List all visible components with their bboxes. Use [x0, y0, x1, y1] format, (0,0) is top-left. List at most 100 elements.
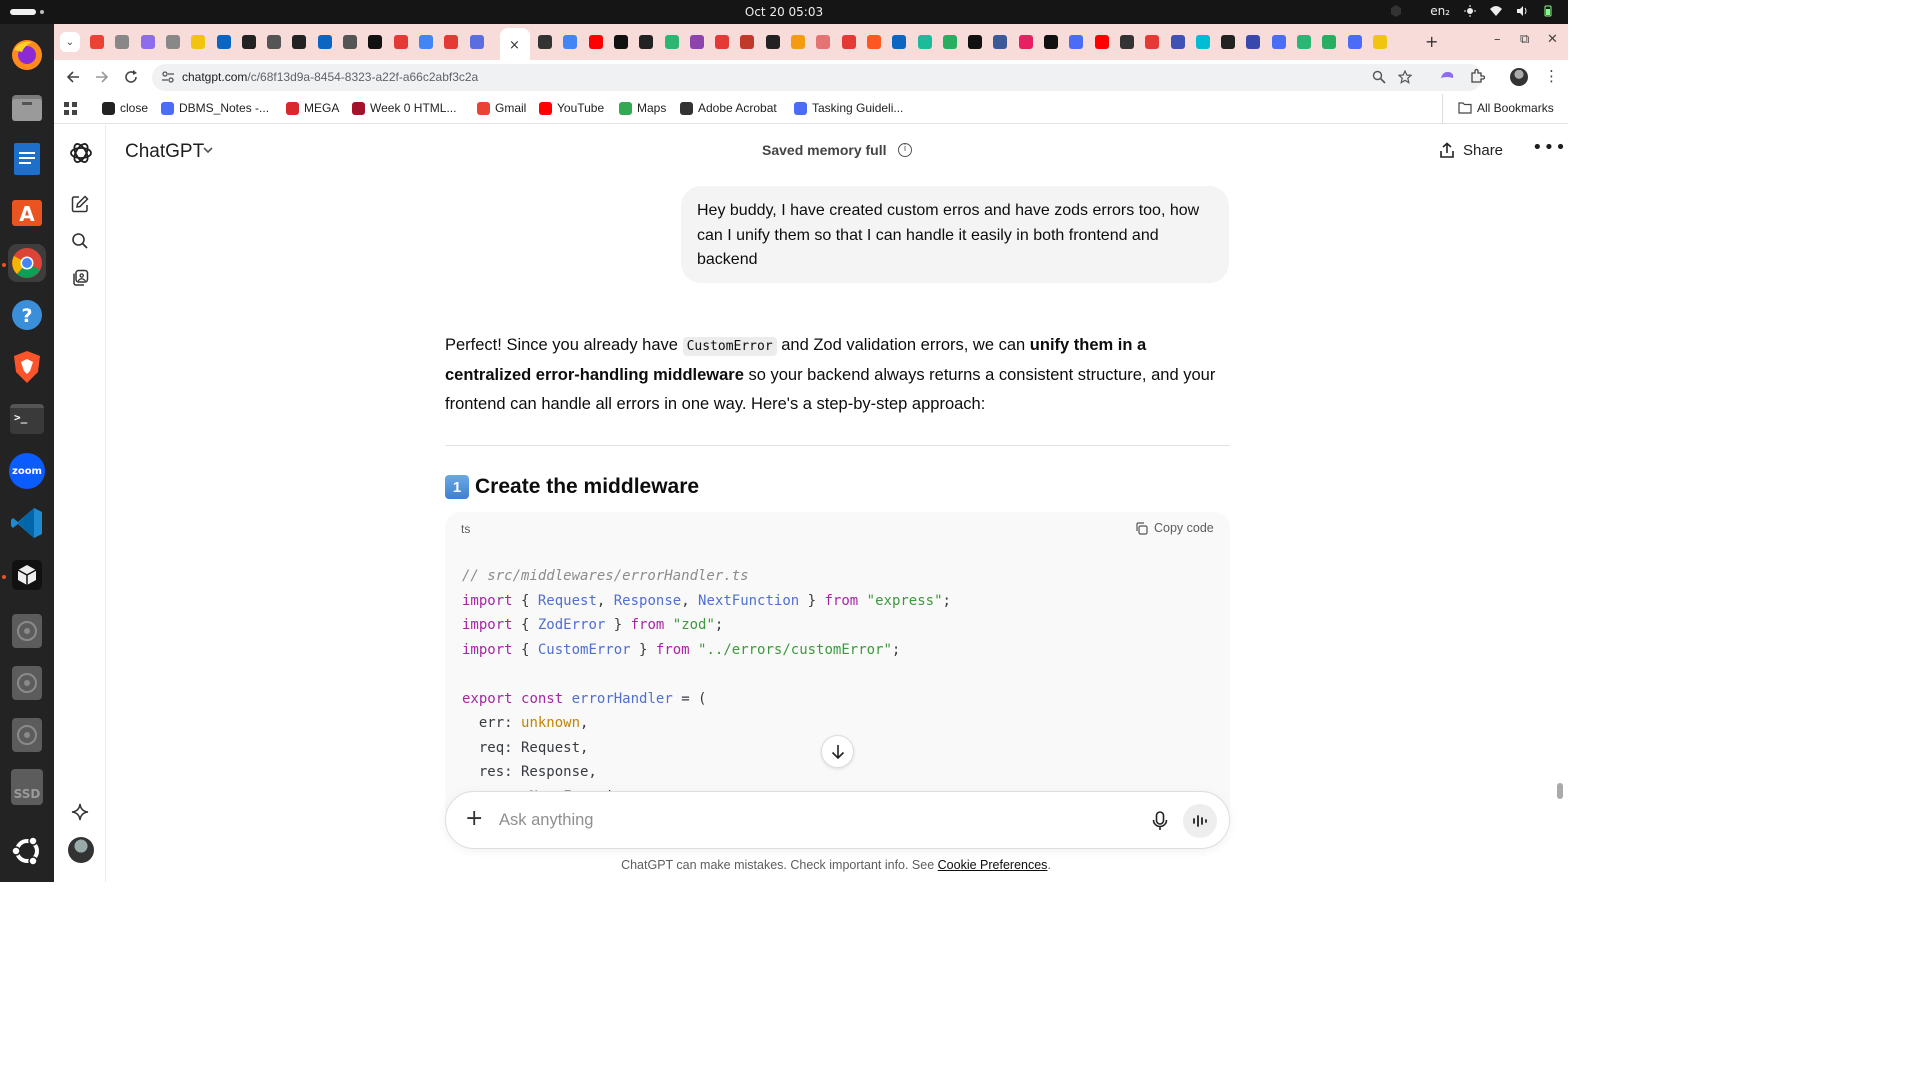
bookmark-star-icon[interactable] [1398, 70, 1412, 84]
tab-favicon[interactable] [1170, 35, 1185, 49]
ssd-icon[interactable]: SSD [8, 768, 46, 806]
tab-favicon[interactable] [165, 35, 180, 49]
all-bookmarks-button[interactable]: All Bookmarks [1458, 101, 1554, 115]
window-close-button[interactable]: ✕ [1547, 32, 1558, 47]
tab-favicon[interactable] [90, 35, 104, 49]
battery-icon[interactable] [1542, 5, 1554, 17]
tab-favicon[interactable] [715, 35, 730, 49]
bookmark-item[interactable]: DBMS_Notes -... [161, 101, 269, 115]
tab-favicon[interactable] [267, 35, 282, 49]
tab-favicon[interactable] [1322, 35, 1337, 49]
plus-icon[interactable]: + [465, 808, 483, 830]
tab-favicon[interactable] [588, 35, 603, 49]
tab-favicon[interactable] [1119, 35, 1134, 49]
model-selector-label[interactable]: ChatGPT [125, 141, 204, 163]
tab-favicon[interactable] [866, 35, 881, 49]
tab-favicon[interactable] [791, 35, 805, 49]
tab-favicon[interactable] [613, 35, 628, 49]
chrome-icon[interactable] [8, 244, 46, 282]
tab-favicon[interactable] [639, 35, 654, 49]
bookmark-item[interactable]: Gmail [477, 101, 526, 115]
tab-favicon[interactable] [1069, 35, 1084, 49]
share-button[interactable]: Share [1439, 142, 1503, 159]
bookmark-item[interactable]: YouTube [539, 101, 604, 115]
openai-logo-icon[interactable] [67, 139, 95, 167]
tab-favicon[interactable] [816, 35, 831, 49]
back-icon[interactable] [66, 70, 80, 84]
site-settings-icon[interactable] [161, 70, 175, 84]
extensions-puzzle-icon[interactable] [1469, 68, 1485, 84]
browser-menu-icon[interactable]: ⋮ [1544, 67, 1559, 85]
tab-favicon[interactable] [841, 35, 856, 49]
tab-favicon[interactable] [1221, 35, 1236, 49]
tab-favicon[interactable] [418, 35, 433, 49]
zoom-icon[interactable] [1372, 70, 1386, 84]
tab-favicon[interactable] [917, 35, 932, 49]
wifi-icon[interactable] [1490, 5, 1502, 17]
tab-favicon[interactable] [140, 35, 155, 49]
tab-favicon[interactable] [1145, 35, 1160, 49]
tab-favicon[interactable] [968, 35, 983, 49]
tab-favicon[interactable] [368, 35, 383, 49]
forward-icon[interactable] [95, 70, 109, 84]
info-icon[interactable]: i [898, 143, 912, 157]
tab-favicon[interactable] [942, 35, 957, 49]
tab-favicon[interactable] [892, 35, 907, 49]
tab-favicon[interactable] [393, 35, 408, 49]
url-text[interactable]: chatgpt.com/c/68f13d9a-8454-8323-a22f-a6… [182, 70, 478, 84]
tab-favicon[interactable] [1347, 35, 1362, 49]
disk-icon[interactable] [8, 612, 46, 650]
tab-favicon[interactable] [1271, 35, 1286, 49]
chevron-down-icon[interactable] [202, 144, 214, 156]
close-icon[interactable]: × [509, 38, 520, 53]
search-icon[interactable] [68, 229, 92, 253]
tab-active-chatgpt[interactable]: × [500, 28, 530, 60]
tab-favicon[interactable] [115, 35, 130, 49]
scroll-to-bottom-button[interactable] [821, 735, 854, 768]
tab-favicon[interactable] [292, 35, 307, 49]
tab-favicon[interactable] [469, 35, 484, 49]
voice-mode-button[interactable] [1183, 804, 1217, 838]
tab-favicon[interactable] [1297, 35, 1311, 49]
tab-favicon[interactable] [1246, 35, 1261, 49]
bookmark-item[interactable]: Maps [619, 101, 666, 115]
disk-icon[interactable] [8, 716, 46, 754]
profile-avatar[interactable] [1510, 68, 1528, 86]
tab-favicon[interactable] [1044, 35, 1058, 49]
brightness-icon[interactable] [1464, 5, 1476, 17]
copy-code-button[interactable]: Copy code [1135, 521, 1214, 535]
brave-icon[interactable] [8, 348, 46, 386]
tab-favicon[interactable] [191, 35, 206, 49]
minimize-button[interactable]: – [1494, 32, 1501, 47]
extension-icon[interactable] [1439, 68, 1455, 84]
tab-favicon[interactable] [563, 35, 578, 49]
more-options-icon[interactable]: ••• [1532, 137, 1567, 158]
tab-favicon[interactable] [343, 35, 357, 49]
prompt-input[interactable] [499, 808, 1119, 832]
bookmark-item[interactable]: Week 0 HTML... [352, 101, 456, 115]
microphone-icon[interactable] [1149, 809, 1171, 833]
app-center-icon[interactable]: A [8, 192, 46, 230]
tab-favicon[interactable] [689, 35, 704, 49]
tab-favicon[interactable] [740, 35, 755, 49]
bookmark-item[interactable]: Adobe Acrobat [680, 101, 777, 115]
input-method-indicator[interactable]: en₂ [1430, 4, 1450, 18]
tab-favicon[interactable] [444, 35, 459, 49]
help-icon[interactable]: ? [8, 296, 46, 334]
bookmark-item[interactable]: Tasking Guideli... [794, 101, 903, 115]
apps-grid-icon[interactable] [64, 102, 77, 115]
restore-button[interactable]: ⧉ [1520, 32, 1529, 47]
files-icon[interactable] [8, 88, 46, 126]
cube-app-icon[interactable] [8, 556, 46, 594]
tab-favicon[interactable] [317, 35, 332, 49]
tab-favicon[interactable] [664, 35, 679, 49]
terminal-icon[interactable]: >_ [8, 400, 46, 438]
tab-favicon[interactable] [1195, 35, 1210, 49]
system-clock[interactable]: Oct 20 05:03 [0, 5, 1568, 19]
cookie-preferences-link[interactable]: Cookie Preferences [938, 858, 1048, 872]
tab-favicon[interactable] [1018, 35, 1033, 49]
sparkle-icon[interactable] [68, 800, 92, 824]
vscode-icon[interactable] [8, 504, 46, 542]
disk-icon[interactable] [8, 664, 46, 702]
new-tab-button[interactable]: + [1425, 32, 1438, 51]
